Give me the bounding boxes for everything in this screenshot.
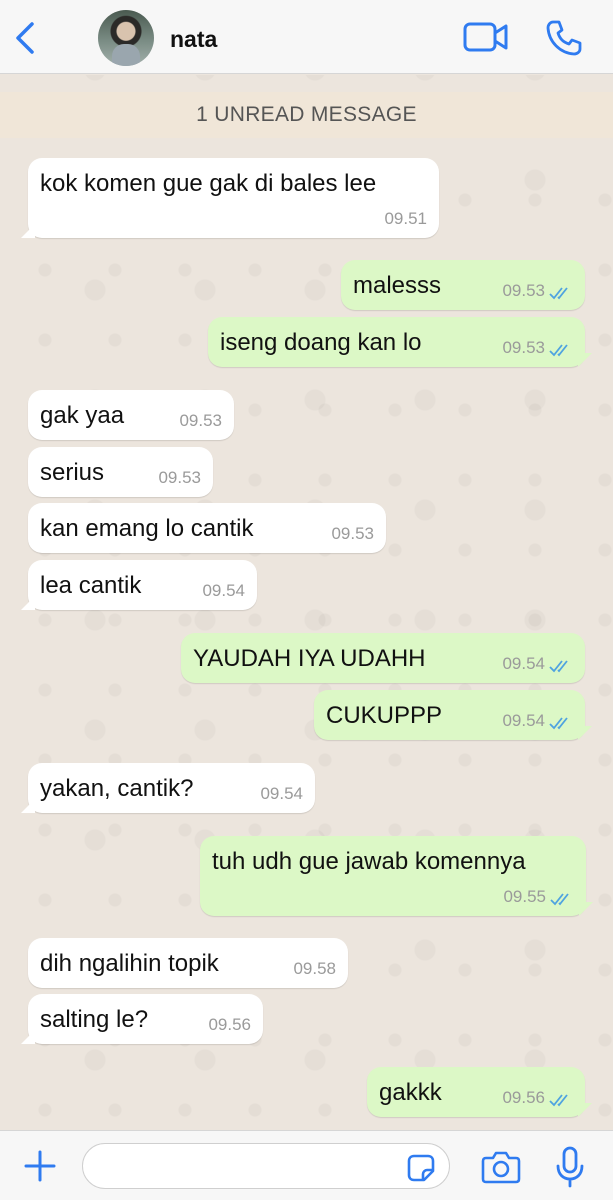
message-text: YAUDAH IYA UDAHH (193, 645, 426, 672)
message-time: 09.54 (502, 711, 545, 730)
message-incoming[interactable]: dih ngalihin topik 09.58 (28, 938, 348, 988)
contact-avatar[interactable] (98, 10, 154, 66)
message-text: dih ngalihin topik (40, 950, 219, 977)
camera-icon (481, 1151, 521, 1184)
message-text: gakkk (379, 1079, 442, 1106)
read-ticks-icon (549, 717, 568, 730)
message-time: 09.56 (502, 1088, 545, 1107)
message-text: iseng doang kan lo (220, 329, 422, 356)
message-input[interactable] (82, 1143, 450, 1189)
message-text: malesss (353, 272, 442, 299)
message-incoming[interactable]: lea cantik 09.54 (21, 560, 257, 610)
message-time: 09.55 (503, 887, 546, 906)
message-text: lea cantik (40, 572, 142, 599)
message-time: 09.56 (208, 1015, 251, 1034)
message-time: 09.53 (158, 468, 201, 487)
voice-call-button[interactable] (544, 18, 584, 58)
video-call-icon (463, 22, 508, 52)
chat-header: nata (0, 0, 613, 74)
read-ticks-icon (549, 1094, 568, 1107)
message-incoming[interactable]: kok komen gue gak di bales lee 09.51 (21, 158, 439, 238)
read-ticks-icon (549, 287, 568, 300)
message-text: tuh udh gue jawab komennya (212, 848, 526, 875)
message-outgoing[interactable]: YAUDAH IYA UDAHH 09.54 (181, 633, 585, 683)
voice-message-button[interactable] (554, 1146, 586, 1188)
message-text: CUKUPPP (326, 702, 443, 729)
message-outgoing[interactable]: CUKUPPP 09.54 (314, 690, 585, 740)
phone-icon (546, 20, 582, 56)
video-call-button[interactable] (463, 20, 509, 54)
message-outgoing[interactable]: tuh udh gue jawab komennya 09.55 (200, 836, 586, 916)
message-text: serius (40, 459, 105, 486)
message-incoming[interactable]: kan emang lo cantik 09.53 (28, 503, 386, 553)
read-ticks-icon (549, 660, 568, 673)
sticker-button[interactable] (406, 1153, 436, 1183)
message-outgoing[interactable]: iseng doang kan lo 09.53 (208, 317, 585, 367)
message-time: 09.53 (502, 281, 545, 300)
message-outgoing[interactable]: gakkk 09.56 (367, 1067, 585, 1117)
read-ticks-icon (549, 344, 568, 357)
microphone-icon (556, 1146, 584, 1188)
message-time: 09.53 (179, 411, 222, 430)
message-time: 09.51 (384, 209, 427, 228)
message-incoming[interactable]: salting le? 09.56 (21, 994, 263, 1044)
message-time: 09.58 (293, 959, 336, 978)
message-time: 09.54 (502, 654, 545, 673)
composer-bar (0, 1130, 613, 1200)
camera-button[interactable] (481, 1149, 521, 1185)
message-text: kok komen gue gak di bales lee (40, 170, 377, 197)
message-text: salting le? (40, 1006, 149, 1033)
message-text: gak yaa (40, 402, 125, 429)
message-time: 09.53 (502, 338, 545, 357)
chevron-left-icon (16, 22, 34, 54)
unread-banner: 1 UNREAD MESSAGE (0, 92, 613, 138)
message-time: 09.53 (331, 524, 374, 543)
message-outgoing[interactable]: malesss 09.53 (341, 260, 585, 310)
message-text: yakan, cantik? (40, 775, 194, 802)
read-ticks-icon (550, 893, 569, 906)
message-time: 09.54 (202, 581, 245, 600)
message-time: 09.54 (260, 784, 303, 803)
sticker-icon (407, 1154, 435, 1182)
plus-icon (24, 1150, 56, 1182)
back-button[interactable] (8, 18, 44, 58)
message-text: kan emang lo cantik (40, 515, 254, 542)
message-incoming[interactable]: gak yaa 09.53 (28, 390, 234, 440)
message-incoming[interactable]: serius 09.53 (28, 447, 213, 497)
contact-name[interactable]: nata (170, 26, 217, 53)
message-incoming[interactable]: yakan, cantik? 09.54 (21, 763, 315, 813)
attach-button[interactable] (22, 1148, 58, 1184)
